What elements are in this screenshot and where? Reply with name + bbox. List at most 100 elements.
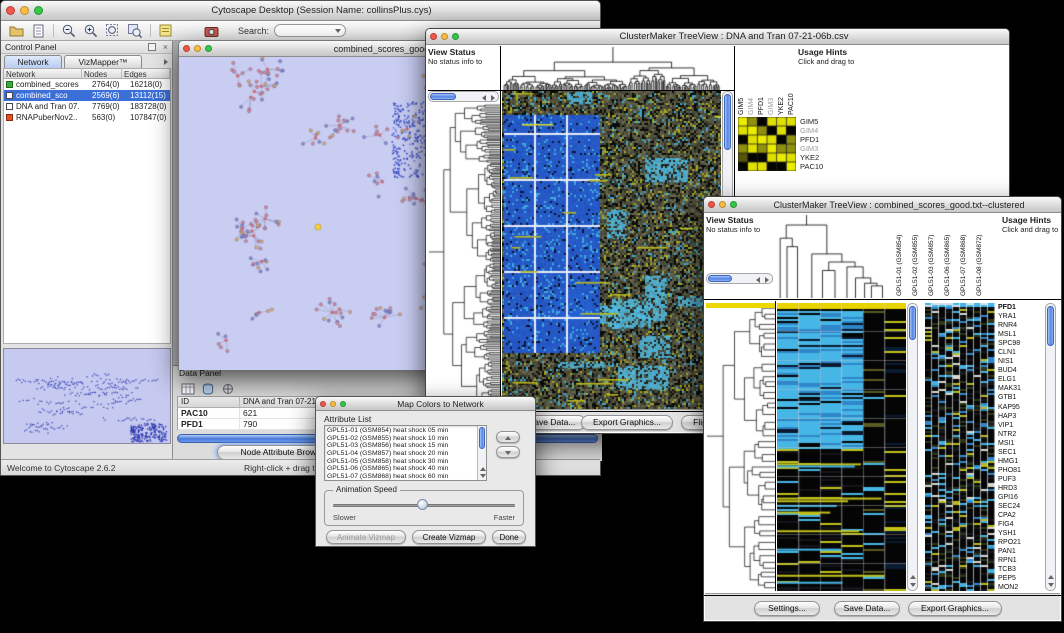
gene-label[interactable]: YRA1 <box>998 312 1042 321</box>
network-table-row[interactable]: DNA and Tran 07. 7769(0) 183728(0) <box>4 101 170 112</box>
gene-label[interactable]: HRD3 <box>998 484 1042 493</box>
network-overview-canvas[interactable] <box>4 349 170 443</box>
zoom-in-icon[interactable] <box>81 22 101 39</box>
scroll-right-icon[interactable] <box>491 95 495 101</box>
scroll-down-icon[interactable] <box>1048 583 1054 587</box>
scrollbar-thumb[interactable] <box>430 93 456 100</box>
zoom-button[interactable] <box>730 201 737 208</box>
column-dendrogram-canvas[interactable] <box>502 46 721 90</box>
minimize-button[interactable] <box>194 45 201 52</box>
scrollbar-thumb[interactable] <box>708 275 732 282</box>
tab-network[interactable]: Network <box>4 55 62 68</box>
zoom-button[interactable] <box>205 45 212 52</box>
gene-label[interactable]: RPO21 <box>998 538 1042 547</box>
animate-vizmap-button[interactable]: Animate Vizmap <box>326 530 406 544</box>
minimize-button[interactable] <box>719 201 726 208</box>
heatmap-canvas[interactable] <box>777 303 906 591</box>
gene-label[interactable]: SPC98 <box>998 339 1042 348</box>
export-graphics-button[interactable]: Export Graphics... <box>908 601 1002 616</box>
attribute-list-item[interactable]: GPL51-05 (GSM858) heat shock 30 min <box>325 458 477 466</box>
scroll-up-icon[interactable] <box>910 575 916 579</box>
open-session-icon[interactable] <box>6 22 26 39</box>
scroll-down-icon[interactable] <box>480 474 486 478</box>
gene-label[interactable]: YSH1 <box>998 529 1042 538</box>
scroll-down-icon[interactable] <box>910 583 916 587</box>
gene-label[interactable]: PEP5 <box>998 574 1042 583</box>
gene-label[interactable]: FIG4 <box>998 520 1042 529</box>
attribute-list-item[interactable]: GPL51-03 (GSM856) heat shock 15 min <box>325 442 477 450</box>
gene-label[interactable]: SEC1 <box>998 448 1042 457</box>
move-attribute-up-button[interactable] <box>496 431 520 443</box>
network-table-row[interactable]: RNAPuberNov2.. 563(0) 107847(0) <box>4 112 170 123</box>
move-attribute-down-button[interactable] <box>496 446 520 458</box>
gene-label[interactable]: NTR2 <box>998 430 1042 439</box>
scroll-up-icon[interactable] <box>1048 575 1054 579</box>
done-button[interactable]: Done <box>492 530 526 544</box>
treeview2-h-scrollbar[interactable] <box>706 273 773 284</box>
search-dropdown-icon[interactable] <box>335 29 341 33</box>
scrollbar-thumb[interactable] <box>479 427 485 449</box>
close-button[interactable] <box>320 401 326 407</box>
zoom-fit-icon[interactable] <box>103 22 123 39</box>
close-button[interactable] <box>708 201 715 208</box>
close-button[interactable] <box>183 45 190 52</box>
main-titlebar[interactable]: Cytoscape Desktop (Session Name: collins… <box>1 1 600 21</box>
gene-label[interactable]: GTB1 <box>998 393 1042 402</box>
gene-label[interactable]: PFD1 <box>998 303 1042 312</box>
scroll-left-icon[interactable] <box>482 95 486 101</box>
gene-label[interactable]: GPI16 <box>998 493 1042 502</box>
scroll-left-icon[interactable] <box>756 277 760 283</box>
gene-label[interactable]: KAP95 <box>998 403 1042 412</box>
gene-label[interactable]: SEC24 <box>998 502 1042 511</box>
gene-label[interactable]: HMG1 <box>998 457 1042 466</box>
gene-label[interactable]: ELG1 <box>998 375 1042 384</box>
snapshot-icon[interactable] <box>201 22 221 39</box>
minimize-button[interactable] <box>20 6 29 15</box>
gene-label[interactable]: CPA2 <box>998 511 1042 520</box>
close-panel-icon[interactable]: × <box>163 42 168 52</box>
attribute-select-icon[interactable] <box>198 380 218 397</box>
save-data-button[interactable]: Save Data... <box>834 601 900 616</box>
treeview2-titlebar[interactable]: ClusterMaker TreeView : combined_scores_… <box>704 197 1061 213</box>
attribute-list-item[interactable]: GPL51-04 (GSM857) heat shock 20 min <box>325 450 477 458</box>
gene-label[interactable]: PUF3 <box>998 475 1042 484</box>
tab-vizmapper[interactable]: VizMapper™ <box>64 55 142 68</box>
attribute-function-icon[interactable] <box>218 380 238 397</box>
zoom-out-icon[interactable] <box>59 22 79 39</box>
zoom-button[interactable] <box>452 33 459 40</box>
gene-label[interactable]: PAN1 <box>998 547 1042 556</box>
gene-label[interactable]: RPN1 <box>998 556 1042 565</box>
zoom-selected-icon[interactable] <box>125 22 145 39</box>
gene-label[interactable]: NIS1 <box>998 357 1042 366</box>
gene-label[interactable]: MSL1 <box>998 330 1042 339</box>
row-dendrogram-canvas[interactable] <box>428 103 500 410</box>
row-dendrogram-canvas[interactable] <box>706 303 776 591</box>
network-table-row[interactable]: combined_scores 2764(0) 16218(0) <box>4 79 170 90</box>
slider-thumb[interactable] <box>417 499 428 510</box>
gene-label[interactable]: MAK31 <box>998 384 1042 393</box>
attribute-list-item[interactable]: GPL51-02 (GSM855) heat shock 10 min <box>325 435 477 443</box>
minimize-button[interactable] <box>441 33 448 40</box>
treeview1-h-scrollbar[interactable] <box>428 91 499 102</box>
import-network-icon[interactable] <box>28 22 48 39</box>
gene-label[interactable]: HAP3 <box>998 412 1042 421</box>
tab-scroll-right-icon[interactable] <box>164 59 168 65</box>
create-vizmap-button[interactable]: Create Vizmap <box>412 530 486 544</box>
gene-label[interactable]: MSI1 <box>998 439 1042 448</box>
scrollbar-thumb[interactable] <box>724 94 731 150</box>
annotation-icon[interactable] <box>156 22 176 39</box>
network-table-header[interactable]: Network Nodes Edges <box>3 68 171 79</box>
network-overview[interactable] <box>3 348 171 444</box>
dialog-titlebar[interactable]: Map Colors to Network <box>316 397 535 411</box>
gene-label[interactable]: PHO81 <box>998 466 1042 475</box>
column-dendrogram-canvas[interactable] <box>775 214 892 298</box>
gene-list-scrollbar[interactable] <box>1045 303 1056 591</box>
scroll-up-icon[interactable] <box>480 467 486 471</box>
attribute-list-scrollbar[interactable] <box>477 426 486 480</box>
attribute-list-item[interactable]: GPL51-07 (GSM868) heat shock 60 min <box>325 473 477 481</box>
gene-label[interactable]: VIP1 <box>998 421 1042 430</box>
treeview2-v-scrollbar[interactable] <box>907 303 918 591</box>
treeview1-titlebar[interactable]: ClusterMaker TreeView : DNA and Tran 07-… <box>426 29 1009 45</box>
gene-label[interactable]: MON2 <box>998 583 1042 592</box>
attribute-list-item[interactable]: GPL51-06 (GSM865) heat shock 40 min <box>325 465 477 473</box>
